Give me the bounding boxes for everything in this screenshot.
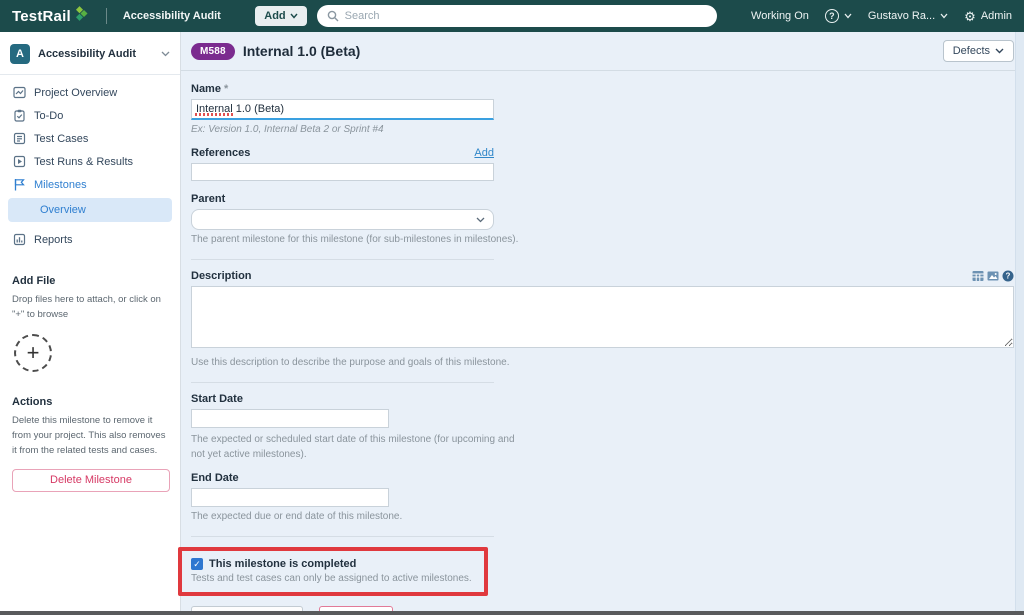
sidebar-item-test-cases[interactable]: Test Cases — [0, 127, 180, 150]
description-textarea[interactable] — [191, 286, 1014, 348]
sidebar-item-label: Test Cases — [34, 133, 88, 145]
sidebar-item-label: Test Runs & Results — [34, 156, 133, 168]
top-navigation-bar: TestRail Accessibility Audit Add Working… — [0, 0, 1024, 32]
references-input[interactable] — [191, 163, 494, 181]
project-switcher[interactable]: A Accessibility Audit — [0, 38, 180, 72]
parent-select[interactable] — [191, 209, 494, 230]
reports-icon — [12, 233, 26, 247]
sidebar-item-milestones[interactable]: Milestones — [0, 173, 180, 196]
help-icon[interactable]: ? — [1002, 270, 1014, 282]
scrollbar-track[interactable] — [1015, 32, 1024, 611]
header-divider — [181, 70, 1024, 71]
topbar-divider — [106, 8, 107, 24]
actions-text: Delete this milestone to remove it from … — [12, 414, 168, 458]
milestone-header: M588 Internal 1.0 (Beta) Defects — [191, 40, 1014, 62]
sidebar-item-label: Milestones — [34, 179, 87, 191]
testrail-logo[interactable]: TestRail — [12, 6, 90, 26]
sidebar-item-label: To-Do — [34, 110, 63, 122]
test-runs-icon — [12, 155, 26, 169]
topbar-right-group: Working On ? Gustavo Ra... ⚙ Admin — [751, 9, 1012, 23]
user-menu[interactable]: Gustavo Ra... — [868, 10, 948, 22]
chevron-down-icon — [161, 51, 170, 57]
end-date-label: End Date — [191, 472, 1014, 484]
add-file-title: Add File — [12, 275, 168, 287]
main-content: M588 Internal 1.0 (Beta) Defects Name * … — [181, 32, 1024, 611]
add-file-hint: Drop files here to attach, or click on "… — [12, 293, 168, 322]
sidebar-item-test-runs[interactable]: Test Runs & Results — [0, 150, 180, 173]
sidebar-item-label: Reports — [34, 234, 73, 246]
name-hint: Ex: Version 1.0, Internal Beta 2 or Spri… — [191, 124, 1014, 135]
description-label: Description — [191, 270, 252, 282]
name-label: Name * — [191, 83, 1014, 95]
logo-text: TestRail — [12, 8, 71, 25]
admin-link[interactable]: ⚙ Admin — [964, 10, 1012, 23]
sidebar-item-todo[interactable]: To-Do — [0, 104, 180, 127]
logo-chevron-icon — [75, 6, 90, 26]
start-date-label: Start Date — [191, 393, 1014, 405]
check-icon: ✓ — [193, 559, 201, 570]
chevron-down-icon — [940, 13, 948, 19]
completed-hint: Tests and test cases can only be assigne… — [191, 573, 472, 584]
gear-icon: ⚙ — [964, 10, 976, 23]
sidebar-item-reports[interactable]: Reports — [0, 228, 180, 251]
parent-hint: The parent milestone for this milestone … — [191, 234, 1014, 245]
admin-label: Admin — [981, 10, 1012, 22]
sidebar-subitem-overview[interactable]: Overview — [8, 198, 172, 222]
chevron-down-icon — [476, 217, 485, 223]
start-date-hint: The expected or scheduled start date of … — [191, 432, 521, 462]
section-divider — [191, 259, 494, 260]
window-bottom-edge — [0, 611, 1024, 615]
sidebar-item-project-overview[interactable]: Project Overview — [0, 81, 180, 104]
milestones-flag-icon — [12, 178, 26, 192]
search-input[interactable] — [345, 10, 707, 22]
sidebar: A Accessibility Audit Project Overview T… — [0, 32, 181, 611]
help-menu[interactable]: ? — [825, 9, 852, 23]
name-input[interactable] — [191, 99, 494, 120]
page-title: Internal 1.0 (Beta) — [243, 43, 360, 59]
parent-label: Parent — [191, 193, 1014, 205]
description-hint: Use this description to describe the pur… — [191, 357, 1014, 368]
todo-icon — [12, 109, 26, 123]
project-name: Accessibility Audit — [38, 48, 153, 60]
table-icon[interactable] — [972, 270, 984, 282]
image-icon[interactable] — [987, 270, 999, 282]
section-divider — [191, 536, 494, 537]
sidebar-item-label: Project Overview — [34, 87, 117, 99]
start-date-input[interactable] — [191, 409, 389, 428]
sidebar-divider — [0, 74, 180, 75]
search-icon — [327, 10, 339, 22]
plus-icon: + — [27, 342, 40, 364]
sidebar-subitem-label: Overview — [40, 204, 86, 216]
svg-text:?: ? — [1006, 272, 1011, 281]
project-avatar: A — [10, 44, 30, 64]
end-date-input[interactable] — [191, 488, 389, 507]
milestone-id-badge: M588 — [191, 43, 235, 60]
add-file-plus-button[interactable]: + — [14, 334, 52, 372]
chevron-down-icon — [844, 13, 852, 19]
defects-dropdown-button[interactable]: Defects — [943, 40, 1014, 62]
references-label: References — [191, 147, 250, 159]
spellcheck-underline — [195, 113, 233, 116]
references-add-link[interactable]: Add — [474, 147, 494, 159]
topbar-project-name: Accessibility Audit — [123, 10, 221, 22]
required-asterisk: * — [224, 83, 228, 95]
section-divider — [191, 382, 494, 383]
actions-title: Actions — [12, 396, 168, 408]
end-date-hint: The expected due or end date of this mil… — [191, 511, 1014, 522]
annotation-highlight-box: ✓ This milestone is completed Tests and … — [178, 547, 488, 596]
user-name: Gustavo Ra... — [868, 10, 935, 22]
help-icon: ? — [825, 9, 839, 23]
working-on-link[interactable]: Working On — [751, 10, 809, 22]
search-bar[interactable] — [317, 5, 717, 27]
completed-label[interactable]: This milestone is completed — [209, 558, 356, 570]
chevron-down-icon — [290, 13, 298, 19]
project-overview-icon — [12, 86, 26, 100]
test-cases-icon — [12, 132, 26, 146]
actions-section: Actions Delete this milestone to remove … — [0, 396, 180, 491]
add-file-section: Add File Drop files here to attach, or c… — [0, 275, 180, 372]
delete-milestone-button[interactable]: Delete Milestone — [12, 469, 170, 492]
add-button[interactable]: Add — [255, 6, 306, 26]
completed-checkbox[interactable]: ✓ — [191, 558, 203, 570]
chevron-down-icon — [995, 48, 1004, 54]
